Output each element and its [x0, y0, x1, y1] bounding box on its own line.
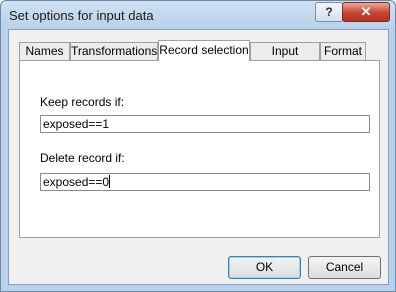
record-selection-panel: Keep records if: exposed==1 Delete recor…: [19, 60, 380, 238]
keep-records-value: exposed==1: [43, 117, 110, 131]
dialog-window: Set options for input data ? ✕ Names Tra…: [0, 0, 396, 292]
cancel-button[interactable]: Cancel: [308, 256, 381, 279]
delete-record-label: Delete record if:: [40, 151, 125, 165]
tab-format[interactable]: Format: [320, 42, 366, 60]
close-button[interactable]: ✕: [342, 2, 390, 22]
text-caret: [109, 175, 111, 188]
keep-records-input[interactable]: exposed==1: [40, 115, 370, 133]
delete-record-value: exposed==0: [43, 175, 110, 189]
help-button[interactable]: ?: [315, 2, 343, 22]
keep-records-label: Keep records if:: [40, 95, 125, 109]
title-bar[interactable]: Set options for input data ? ✕: [1, 1, 395, 29]
tab-input-options[interactable]: Input options: [250, 42, 320, 75]
tab-transformations[interactable]: Transformations: [70, 42, 158, 60]
tab-names[interactable]: Names: [19, 42, 70, 60]
dialog-client-area: Names Transformations Record selection I…: [8, 29, 389, 285]
ok-button[interactable]: OK: [228, 256, 301, 279]
tab-record-selection[interactable]: Record selection: [158, 40, 250, 61]
window-title: Set options for input data: [9, 8, 154, 23]
delete-record-input[interactable]: exposed==0: [40, 173, 370, 191]
